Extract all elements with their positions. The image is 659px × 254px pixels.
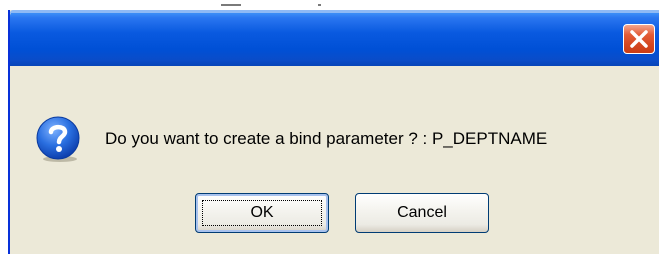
background-fragment bbox=[221, 4, 241, 6]
question-icon bbox=[36, 116, 80, 162]
confirm-dialog: Do you want to create a bind parameter ?… bbox=[8, 10, 659, 254]
background-fragment bbox=[318, 4, 321, 6]
cancel-button[interactable]: Cancel bbox=[355, 193, 489, 233]
close-icon bbox=[630, 30, 648, 48]
screen: Do you want to create a bind parameter ?… bbox=[0, 0, 659, 254]
dialog-titlebar[interactable] bbox=[10, 10, 659, 66]
close-button[interactable] bbox=[623, 24, 655, 54]
dialog-body: Do you want to create a bind parameter ?… bbox=[10, 66, 659, 254]
cancel-button-label: Cancel bbox=[397, 204, 447, 221]
ok-button[interactable]: OK bbox=[195, 193, 329, 233]
dialog-message: Do you want to create a bind parameter ?… bbox=[105, 129, 548, 148]
ok-button-label: OK bbox=[250, 204, 274, 221]
